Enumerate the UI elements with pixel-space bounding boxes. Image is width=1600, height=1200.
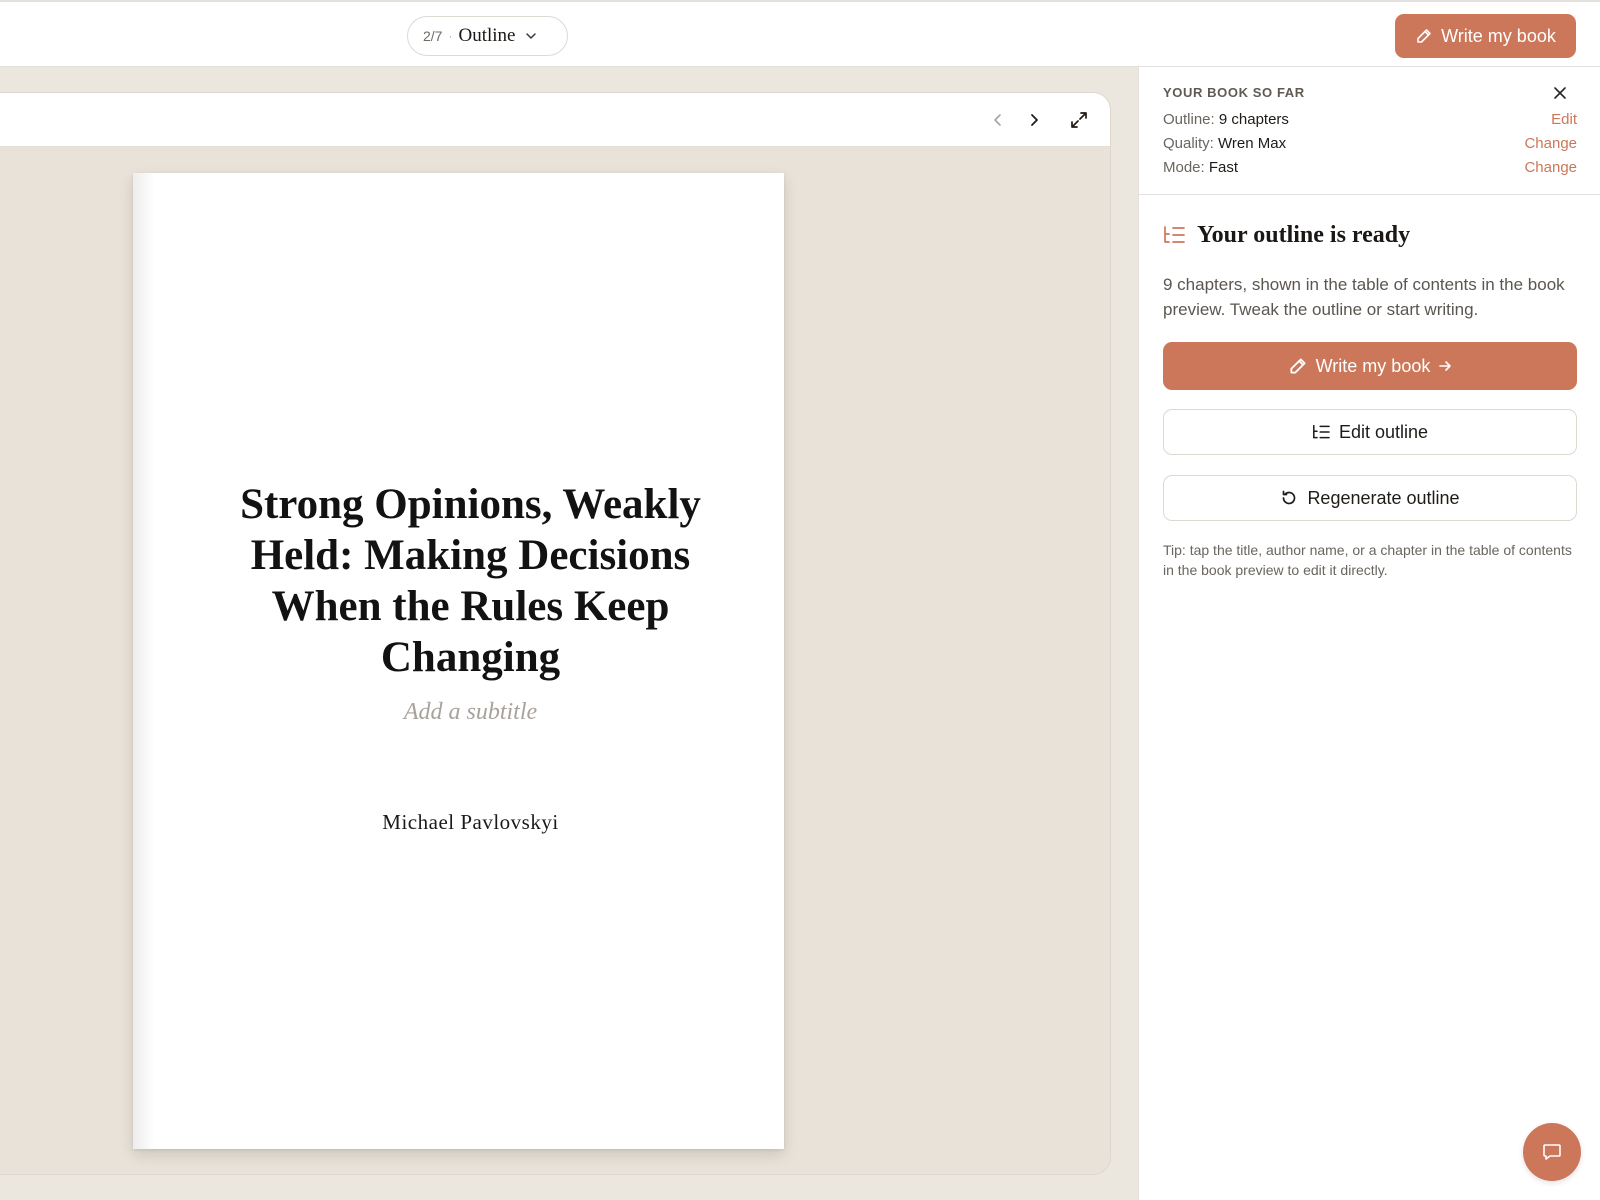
- edit-outline-button[interactable]: Edit outline: [1163, 409, 1577, 455]
- edit-outline-label: Edit outline: [1338, 421, 1429, 442]
- book-title[interactable]: Strong Opinions, Weakly Held: Making Dec…: [193, 479, 748, 683]
- arrow-right-icon: [1438, 359, 1452, 373]
- outline-title: Your outline is ready: [1197, 221, 1411, 248]
- book-preview-panel: Strong Opinions, Weakly Held: Making Dec…: [0, 92, 1111, 1175]
- close-icon: [1553, 86, 1567, 100]
- regenerate-outline-label: Regenerate outline: [1307, 487, 1460, 508]
- top-bar: 2/7 · Outline Write my book: [0, 0, 1600, 67]
- chat-bubble-icon: [1541, 1141, 1563, 1163]
- preview-canvas: Strong Opinions, Weakly Held: Making Dec…: [0, 67, 1138, 1200]
- close-summary-button[interactable]: [1549, 82, 1571, 104]
- expand-icon: [1069, 110, 1089, 130]
- book-summary: YOUR BOOK SO FAR Outline: 9 chapters Edi…: [1139, 67, 1600, 195]
- step-selector[interactable]: 2/7 · Outline: [407, 16, 568, 56]
- write-my-book-label: Write my book: [1315, 355, 1431, 376]
- outline-ready-header: Your outline is ready: [1163, 219, 1410, 251]
- pencil-icon: [1415, 27, 1433, 45]
- outline-list-icon: [1312, 424, 1330, 440]
- fullscreen-button[interactable]: [1065, 106, 1093, 134]
- book-cover-page: Strong Opinions, Weakly Held: Making Dec…: [133, 173, 784, 1149]
- chevron-right-icon: [1027, 113, 1041, 127]
- summary-value: 9 chapters: [1218, 111, 1289, 128]
- book-subtitle-placeholder[interactable]: Add a subtitle: [193, 699, 748, 726]
- summary-heading: YOUR BOOK SO FAR: [1163, 85, 1305, 100]
- change-quality-link[interactable]: Change: [1524, 135, 1577, 152]
- summary-label: Mode:: [1163, 159, 1205, 176]
- summary-row-quality: Quality: Wren Max Change: [1163, 135, 1577, 155]
- write-my-book-primary-button[interactable]: Write my book: [1163, 342, 1577, 390]
- chevron-left-icon: [991, 113, 1005, 127]
- step-count: 2/7: [423, 28, 443, 44]
- next-page-button[interactable]: [1020, 106, 1048, 134]
- step-label: Outline: [458, 25, 516, 46]
- right-sidebar: YOUR BOOK SO FAR Outline: 9 chapters Edi…: [1138, 67, 1600, 1200]
- chat-button[interactable]: [1523, 1123, 1581, 1181]
- summary-value: Wren Max: [1218, 135, 1287, 152]
- write-my-book-button[interactable]: Write my book: [1395, 14, 1576, 58]
- refresh-icon: [1280, 489, 1298, 507]
- chevron-down-icon: [525, 30, 537, 42]
- step-separator: ·: [448, 29, 453, 43]
- pencil-icon: [1288, 356, 1308, 376]
- summary-value: Fast: [1208, 159, 1239, 176]
- book-author[interactable]: Michael Pavlovskyi: [193, 810, 748, 835]
- change-mode-link[interactable]: Change: [1524, 159, 1577, 176]
- editing-tip: Tip: tap the title, author name, or a ch…: [1163, 542, 1572, 578]
- summary-row-mode: Mode: Fast Change: [1163, 159, 1577, 179]
- regenerate-outline-button[interactable]: Regenerate outline: [1163, 475, 1577, 521]
- summary-label: Quality:: [1163, 135, 1214, 152]
- outline-list-icon: [1163, 225, 1185, 245]
- summary-label: Outline:: [1163, 111, 1215, 128]
- previous-page-button[interactable]: [984, 106, 1012, 134]
- summary-row-outline: Outline: 9 chapters Edit: [1163, 111, 1577, 131]
- write-my-book-label: Write my book: [1441, 25, 1556, 46]
- preview-toolbar: [0, 93, 1110, 147]
- outline-description: 9 chapters, shown in the table of conten…: [1163, 275, 1565, 319]
- edit-outline-link[interactable]: Edit: [1551, 111, 1577, 128]
